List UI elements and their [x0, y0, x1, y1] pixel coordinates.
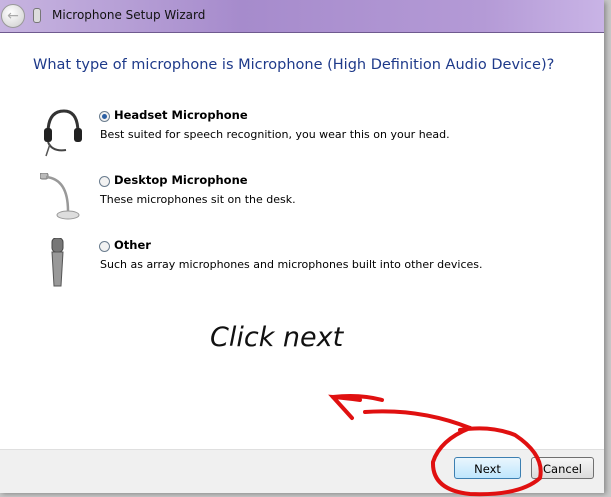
page-heading: What type of microphone is Microphone (H… — [33, 57, 555, 73]
window-title: Microphone Setup Wizard — [52, 8, 206, 22]
option-label: Desktop Microphone — [114, 173, 248, 187]
cancel-button[interactable]: Cancel — [531, 457, 594, 479]
option-label: Headset Microphone — [114, 108, 248, 122]
annotation-text: Click next — [210, 322, 344, 353]
other-radio[interactable] — [99, 241, 110, 252]
option-description: These microphones sit on the desk. — [100, 193, 296, 206]
microphone-icon — [33, 8, 41, 23]
desktop-microphone-icon — [40, 173, 80, 220]
title-bar: ← Microphone Setup Wizard — [0, 0, 604, 33]
option-description: Such as array microphones and microphone… — [100, 258, 483, 271]
desktop-radio[interactable] — [99, 176, 110, 187]
headset-radio[interactable] — [99, 111, 110, 122]
back-button[interactable]: ← — [1, 4, 25, 28]
option-label: Other — [114, 238, 151, 252]
wizard-window: ← Microphone Setup Wizard What type of m… — [0, 0, 604, 493]
next-button[interactable]: Next — [454, 457, 521, 479]
option-description: Best suited for speech recognition, you … — [100, 128, 450, 141]
handheld-microphone-icon — [51, 238, 64, 287]
headset-icon — [44, 109, 82, 157]
